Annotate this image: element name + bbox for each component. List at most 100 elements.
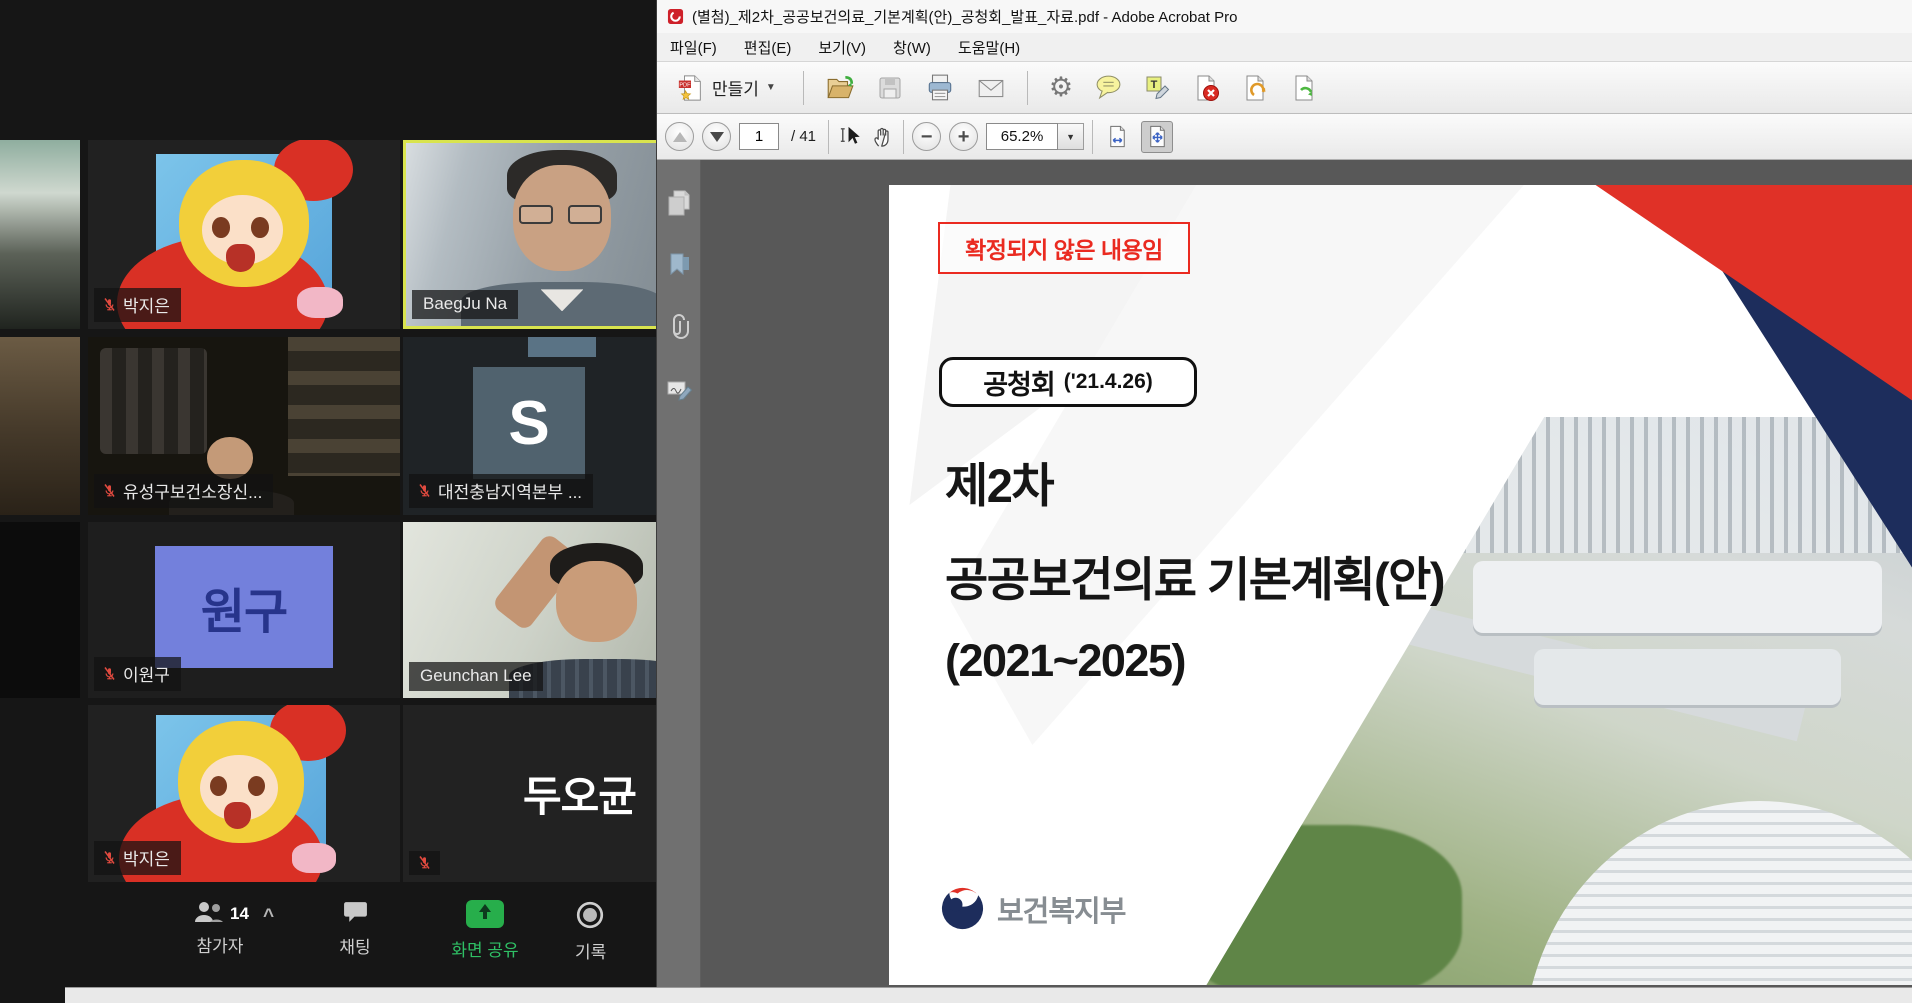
participant-name-label: Geunchan Lee xyxy=(420,666,532,686)
hearing-badge-title: 공청회 xyxy=(983,363,1055,402)
video-tile-partial-1[interactable] xyxy=(0,140,80,329)
chat-icon xyxy=(342,900,369,925)
create-dropdown-icon: ▼ xyxy=(766,82,776,93)
windows-taskbar-edge[interactable] xyxy=(65,987,1912,1003)
video-tile-partial-2[interactable] xyxy=(0,337,80,515)
muted-mic-icon xyxy=(417,483,432,498)
participants-caret-icon[interactable]: ^ xyxy=(263,906,274,928)
menu-edit[interactable]: 편집(E) xyxy=(744,37,792,58)
muted-mic-icon xyxy=(102,297,117,312)
comment-icon[interactable] xyxy=(1094,73,1123,102)
window-title: (별첨)_제2차_공공보건의료_기본계획(안)_공청회_발표_자료.pdf - … xyxy=(692,6,1237,27)
acrobat-window: (별첨)_제2차_공공보건의료_기본계획(안)_공청회_발표_자료.pdf - … xyxy=(656,0,1912,1003)
svg-text:PDF: PDF xyxy=(679,82,691,88)
participant-name: 대전충남지역본부 ... xyxy=(409,474,593,508)
delete-pages-icon[interactable] xyxy=(1193,74,1221,102)
letter-avatar: S xyxy=(473,367,585,479)
settings-gear-icon[interactable]: ⚙ xyxy=(1049,74,1073,101)
muted-mic-icon xyxy=(417,855,432,870)
participant-name: 박지은 xyxy=(94,841,181,875)
page-thumbnails-icon[interactable] xyxy=(664,188,694,218)
hearing-badge: 공청회 ('21.4.26) xyxy=(939,357,1197,407)
zoom-level-input[interactable]: 65.2% xyxy=(986,123,1058,150)
muted-mic-icon xyxy=(102,850,117,865)
export-page-icon[interactable] xyxy=(1291,74,1319,102)
display-name-text: 두오균 xyxy=(523,763,636,824)
highlight-text-icon[interactable]: T xyxy=(1144,74,1172,102)
acrobat-main-toolbar: PDF 만들기 ▼ ⚙ T xyxy=(657,62,1912,114)
cartoon-avatar xyxy=(156,154,332,312)
participants-count: 14 xyxy=(230,904,249,924)
toolbar-separator xyxy=(803,71,804,105)
participant-name: BaegJu Na xyxy=(412,290,518,319)
video-tile-yuseong[interactable]: 유성구보건소장신... xyxy=(88,337,400,515)
menu-help[interactable]: 도움말(H) xyxy=(958,37,1020,58)
zoom-meeting-window: 박지은 BaegJu Na 유성구보건소장신... S 대전충 xyxy=(0,0,660,1003)
hearing-badge-date: ('21.4.26) xyxy=(1064,370,1153,394)
participant-name: 이원구 xyxy=(94,657,181,691)
email-icon[interactable] xyxy=(976,73,1006,103)
acrobat-pdf-icon xyxy=(667,8,684,25)
previous-page-button[interactable] xyxy=(665,122,694,151)
participant-name: Geunchan Lee xyxy=(409,662,543,691)
participants-label: 참가자 xyxy=(197,932,244,957)
menu-view[interactable]: 보기(V) xyxy=(818,37,866,58)
participants-button[interactable]: 14 참가자 ^ xyxy=(160,900,280,957)
ministry-name: 보건복지부 xyxy=(997,888,1125,930)
acrobat-menubar: 파일(F) 편집(E) 보기(V) 창(W) 도움말(H) xyxy=(657,33,1912,62)
create-pdf-label: 만들기 xyxy=(712,75,759,100)
ministry-symbol-icon xyxy=(939,885,986,932)
create-pdf-button[interactable]: PDF 만들기 ▼ xyxy=(671,71,782,105)
draft-notice-box: 확정되지 않은 내용임 xyxy=(938,222,1190,274)
record-button[interactable]: 기록 xyxy=(575,900,655,963)
fit-width-button[interactable] xyxy=(1101,121,1133,153)
select-tool-icon[interactable] xyxy=(837,124,862,149)
tile-decoration xyxy=(528,337,597,357)
menu-file[interactable]: 파일(F) xyxy=(670,37,717,58)
muted-mic-icon xyxy=(102,483,117,498)
participants-icon xyxy=(191,900,225,924)
extract-pages-icon[interactable] xyxy=(1242,74,1270,102)
cartoon-avatar xyxy=(156,715,326,867)
participant-name-label: BaegJu Na xyxy=(423,294,507,314)
save-icon[interactable] xyxy=(876,74,904,102)
participant-name: 유성구보건소장신... xyxy=(94,474,273,508)
text-avatar: 원구 xyxy=(155,546,333,668)
acrobat-titlebar[interactable]: (별첨)_제2차_공공보건의료_기본계획(안)_공청회_발표_자료.pdf - … xyxy=(657,0,1912,33)
video-tile-leewongu[interactable]: 원구 이원구 xyxy=(88,522,400,698)
share-screen-button[interactable]: 화면 공유 xyxy=(420,900,550,961)
share-screen-icon xyxy=(466,900,504,928)
next-page-button[interactable] xyxy=(702,122,731,151)
fit-page-button[interactable] xyxy=(1141,121,1173,153)
zoom-out-button[interactable]: − xyxy=(912,122,941,151)
svg-text:T: T xyxy=(1151,79,1158,91)
zoom-bottom-toolbar: 14 참가자 ^ 채팅 화면 공유 기록 xyxy=(0,890,660,987)
open-file-icon[interactable] xyxy=(825,73,855,103)
record-icon xyxy=(575,900,605,930)
zoom-in-button[interactable]: + xyxy=(949,122,978,151)
print-icon[interactable] xyxy=(925,73,955,103)
ministry-logo: 보건복지부 xyxy=(939,885,1125,932)
attachments-icon[interactable] xyxy=(664,312,694,342)
chat-button[interactable]: 채팅 xyxy=(305,900,405,958)
acrobat-nav-toolbar: / 41 − + 65.2% ▼ xyxy=(657,114,1912,160)
participant-name xyxy=(409,851,440,875)
plus-icon: + xyxy=(958,127,970,147)
toolbar-separator xyxy=(828,120,829,154)
menu-window[interactable]: 창(W) xyxy=(893,37,931,58)
participant-name: 박지은 xyxy=(94,288,181,322)
slide-title-line1: 제2차 xyxy=(945,447,1053,516)
video-tile-parkjieun-2[interactable]: 박지은 xyxy=(88,705,400,882)
video-tile-parkjieun-1[interactable]: 박지은 xyxy=(88,140,400,329)
zoom-level-control: 65.2% ▼ xyxy=(986,123,1084,150)
page-total-label: / 41 xyxy=(787,128,820,145)
hand-tool-icon[interactable] xyxy=(870,124,895,149)
page-number-input[interactable] xyxy=(739,123,779,150)
signatures-icon[interactable] xyxy=(664,374,694,404)
bookmarks-icon[interactable] xyxy=(664,250,694,280)
pdf-page[interactable]: 확정되지 않은 내용임 공청회 ('21.4.26) 제2차 공공보건의료 기본… xyxy=(889,185,1912,985)
minus-icon: − xyxy=(921,127,933,147)
zoom-dropdown-button[interactable]: ▼ xyxy=(1058,123,1084,150)
video-tile-partial-3[interactable] xyxy=(0,522,80,698)
muted-mic-icon xyxy=(102,666,117,681)
